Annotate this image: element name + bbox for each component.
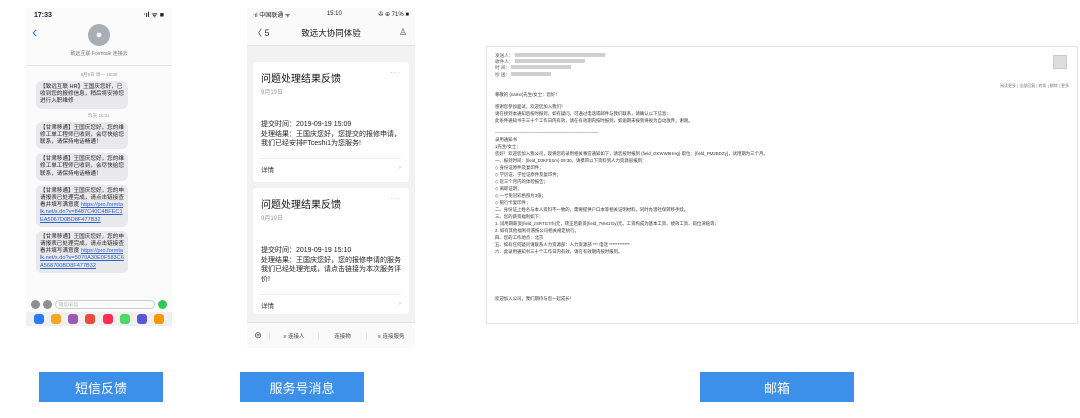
divider xyxy=(261,158,401,159)
email-line: ◇ 一寸免冠彩色照片3张； xyxy=(495,193,546,198)
label-sms-feedback: 短信反馈 xyxy=(39,372,163,402)
detail-link[interactable]: 详情 › xyxy=(261,300,401,310)
label-service-message: 服务号消息 xyxy=(240,372,364,402)
app-icon[interactable] xyxy=(102,314,113,324)
email-line: 三、您的薪资福利如下： xyxy=(495,214,544,219)
message-card[interactable]: 问题处理结果反馈 9月19日 ··· 提交时间：2019-09-19 15:10… xyxy=(253,188,409,314)
keyboard-icon[interactable]: ⊜ xyxy=(247,330,269,341)
email-line: 2. 如有其他福利待遇按公司相关规定执行。 xyxy=(495,228,579,233)
page-title: 致远大协同体验 xyxy=(301,27,361,38)
message-card[interactable]: 问题处理结果反馈 9月19日 ··· 提交时间：2019-09-19 15:09… xyxy=(253,62,409,182)
email-line: ◇ 身份证原件及复印件； xyxy=(495,165,544,170)
message-input[interactable]: 短信/彩信 xyxy=(55,299,155,309)
status-bar: 17:33 ᐧıl ᯤ ■ xyxy=(26,8,172,22)
email-screenshot: 发送人： 收件人： 时 间： 抄 送： 阅读更多 | 全部回复 | 转发 | 删… xyxy=(486,46,1078,324)
menu-connect-people[interactable]: ≡ 连接人 xyxy=(269,331,318,340)
chevron-right-icon: › xyxy=(398,164,401,171)
battery-indicator: ✇ ⊕ 71% ■ xyxy=(378,11,409,18)
timestamp: 9月9日 周一 16:30 xyxy=(80,72,118,77)
email-line: 六、此录用通知书三十个工作日内有效，请在有效期内按时报到。 xyxy=(495,249,623,254)
back-button[interactable]: 〈 5 xyxy=(253,26,270,39)
avatar[interactable]: ● xyxy=(88,24,110,46)
card-title: 问题处理结果反馈 xyxy=(261,74,341,85)
greeting: 尊敬的 {name}先生/女士：您好！ xyxy=(495,92,560,97)
sender-name: 致远互联 Formtalk 连接云 xyxy=(70,51,128,57)
timestamp: 昨天 16:01 xyxy=(88,112,110,118)
email-line: 一、报到时间：{field_D3KFbSm} 09:30，请携带以下资料到人力资… xyxy=(495,158,647,163)
status-time: 17:33 xyxy=(34,11,52,19)
detail-link[interactable]: 详情 › xyxy=(261,164,401,174)
app-icon[interactable] xyxy=(85,314,96,324)
email-line: ----------------------------------------… xyxy=(495,130,599,135)
email-line: 感谢您参加面试，欢迎您加入我们！ xyxy=(495,104,566,109)
message-bubble[interactable]: 【致远互联 HR】王国庆您好，已收到您的报修信息，稍后将安排您进行入职维修 xyxy=(36,81,128,109)
email-line: 1先生/女士： xyxy=(495,144,521,149)
chevron-right-icon: › xyxy=(398,300,401,307)
card-date: 9月19日 xyxy=(261,90,284,96)
email-line: 此条件通知书于三十个工作日内有效，请在有效期内按时报到，如逾期未报到将视为自动放… xyxy=(495,118,693,123)
message-bubble[interactable]: 【甘肃移通】王国庆您好，您的申请报表已处理完成，请点击链接查看并填写满意度 ht… xyxy=(36,230,128,273)
app-icon[interactable] xyxy=(119,314,130,324)
email-line: 1. 试用期薪资{field_zSRTG7rh}元，转正后薪资{field_7W… xyxy=(495,221,719,226)
app-icon[interactable] xyxy=(68,314,79,324)
email-line: 二、身份证上姓名与本人资料不一致的，需要提供户口本等相关证明材料，同时办理社保转… xyxy=(495,207,689,212)
more-icon[interactable]: ··· xyxy=(390,194,401,203)
submit-time: 提交时间：2019-09-19 15:10 xyxy=(261,247,352,254)
menu-connect-services[interactable]: ≡ 连接服务 xyxy=(366,331,415,340)
email-line: 请在接到本通知后按时报到，如有疑问，可通过电话或邮件与我们联系，请确认以下信息： xyxy=(495,111,671,116)
back-chevron-icon[interactable]: ‹ xyxy=(32,24,37,42)
status-icons: ᐧıl ᯤ ■ xyxy=(143,11,164,19)
message-bubble[interactable]: 【甘肃移通】王国庆您好，您的维修工单工程师已收到，会尽快给您联系，请保持电话畅通… xyxy=(36,153,128,181)
carrier-label: ᐧıl 中国联通 ᯤ xyxy=(253,12,291,19)
status-bar: ᐧıl 中国联通 ᯤ 15:10 ✇ ⊕ 71% ■ xyxy=(247,8,415,20)
send-icon[interactable] xyxy=(158,299,167,309)
appstore-icon[interactable] xyxy=(43,299,52,309)
email-line: 您好！欢迎您加入我公司，现将您的录用相关事宜通知如下，请您按时报到 {field… xyxy=(495,151,768,156)
email-line: 五、如有任何疑问请联系人力资源部：人力资源部 *** 电话 **********… xyxy=(495,242,630,247)
service-menu-bar: ⊜ ≡ 连接人 连接物 ≡ 连接服务 xyxy=(247,322,415,348)
card-title: 问题处理结果反馈 xyxy=(261,200,341,211)
submit-time: 提交时间：2019-09-19 15:09 xyxy=(261,121,352,128)
app-icon[interactable] xyxy=(33,314,44,324)
service-header: 〈 5 致远大协同体验 ♙ xyxy=(247,20,415,46)
email-line: ◇ 银行卡复印件； xyxy=(495,200,531,205)
more-icon[interactable]: ··· xyxy=(390,68,401,77)
status-time: 15:10 xyxy=(326,11,342,17)
app-icon[interactable] xyxy=(50,314,61,324)
camera-icon[interactable] xyxy=(31,299,40,309)
result-text: 处理结果：王国庆您好，您提交的报修申请，我们已经安排FTceshi1为您服务! xyxy=(261,130,401,148)
email-line: ◇ 学历证、学位证原件及复印件； xyxy=(495,172,562,177)
app-tray xyxy=(26,312,172,326)
email-line: ◇ 近三个月内的体检报告； xyxy=(495,179,548,184)
compose-bar: 短信/彩信 xyxy=(26,298,172,310)
service-account-screenshot: ᐧıl 中国联通 ᯤ 15:10 ✇ ⊕ 71% ■ 〈 5 致远大协同体验 ♙… xyxy=(247,8,415,348)
email-line: ◇ 离职证明； xyxy=(495,186,522,191)
email-toolbar[interactable]: 阅读更多 | 全部回复 | 转发 | 删除 | 更多 xyxy=(1000,83,1069,89)
menu-connect-things[interactable]: 连接物 xyxy=(317,331,367,340)
email-header: 发送人： 收件人： 时 间： 抄 送： xyxy=(495,53,605,78)
email-body: 尊敬的 {name}先生/女士：您好！ 感谢您参加面试，欢迎您加入我们！ 请在接到… xyxy=(495,91,1067,302)
avatar xyxy=(1053,55,1067,69)
person-icon[interactable]: ♙ xyxy=(399,27,407,38)
cc-line: 抄 送： xyxy=(495,71,605,78)
email-line: 四、您的工作地点：北京 xyxy=(495,235,544,240)
email-line: 录用通知书 xyxy=(495,137,517,142)
card-date: 9月19日 xyxy=(261,216,284,222)
result-text: 处理结果：王国庆您好，您的报修申请的服务我们已经处理完成，请点击链接为本次服务评… xyxy=(261,256,401,283)
message-list: 9月9日 周一 16:30 【致远互联 HR】王国庆您好，已收到您的报修信息，稍… xyxy=(26,66,172,281)
label-mailbox: 邮箱 xyxy=(700,372,854,402)
divider xyxy=(261,294,401,295)
app-icon[interactable] xyxy=(137,314,148,324)
sms-header: ‹ ● 致远互联 Formtalk 连接云 xyxy=(26,22,172,66)
message-bubble[interactable]: 【甘肃移通】王国庆您好，您的维修工单工程师已收到，会尽快给您联系，请保持电话畅通… xyxy=(36,121,128,150)
sms-screenshot: 17:33 ᐧıl ᯤ ■ ‹ ● 致远互联 Formtalk 连接云 9月9日… xyxy=(26,8,172,328)
closing-line: 欢迎加入公司，我们期待与您一起成长！ xyxy=(495,296,575,301)
app-icon[interactable] xyxy=(154,314,165,324)
message-bubble[interactable]: 【甘肃移通】王国庆您好，您的申请报表已处理完成，请点击链接查看并填写满意度 ht… xyxy=(36,184,128,227)
